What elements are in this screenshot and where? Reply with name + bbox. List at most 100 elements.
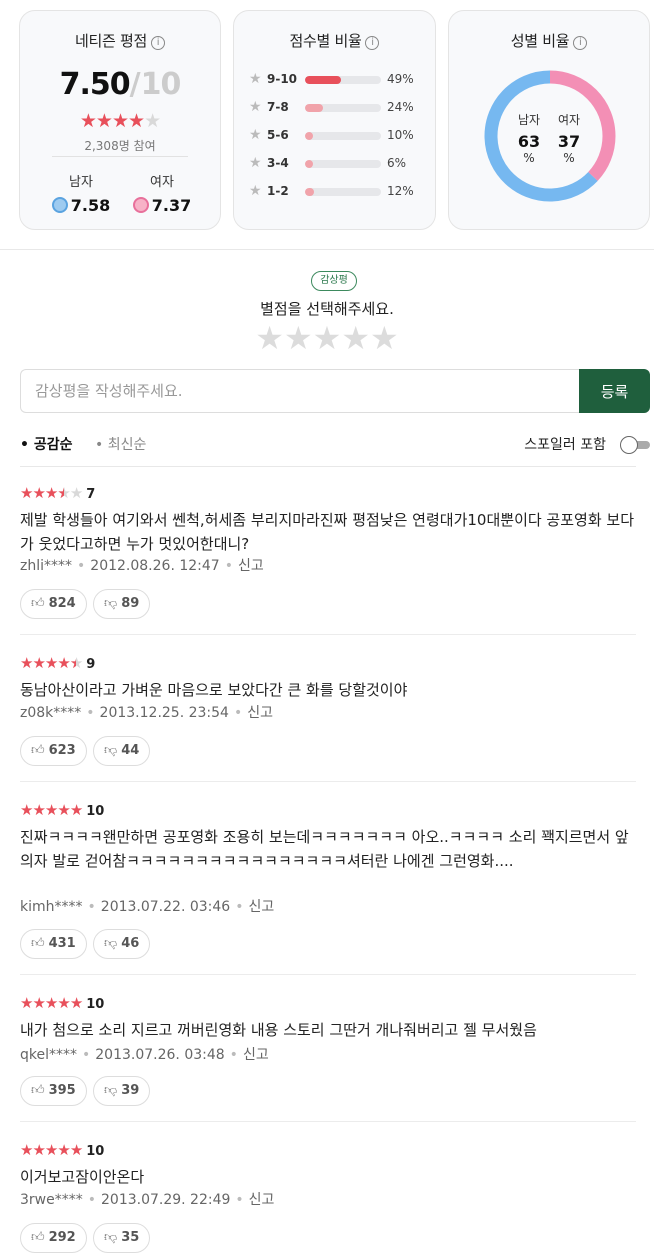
info-icon[interactable]: i: [365, 36, 380, 50]
female-face-icon: [132, 197, 149, 213]
review-stars: ★★★★★ 10: [20, 801, 104, 819]
distribution-bar-fill: [305, 160, 313, 168]
star-icon: ★: [249, 127, 262, 143]
like-button[interactable]: 👍︎ 431: [20, 929, 87, 959]
dislike-button[interactable]: 👎︎ 35: [93, 1223, 151, 1253]
distribution-percent: 10%: [387, 128, 414, 142]
distribution-row: ★ 9-10 49%: [249, 71, 424, 88]
star-icon: ★: [32, 994, 45, 1012]
report-link[interactable]: 신고: [248, 899, 274, 915]
distribution-title: 점수별 비율 i: [234, 30, 435, 51]
male-ratio-value: 63: [517, 132, 541, 151]
dislike-button[interactable]: 👎︎ 46: [93, 929, 151, 959]
like-count: 395: [48, 1083, 76, 1098]
like-count: 431: [48, 936, 76, 951]
dislike-button[interactable]: 👎︎ 39: [93, 1076, 151, 1106]
dislike-count: 35: [121, 1230, 140, 1245]
distribution-percent: 24%: [387, 100, 414, 114]
comment-input[interactable]: 감상평을 작성해주세요.: [20, 369, 579, 413]
distribution-row: ★ 7-8 24%: [249, 99, 424, 116]
distribution-bar: [305, 76, 381, 84]
score-value: 7.50: [59, 67, 131, 102]
half-star-icon: ★★: [69, 654, 83, 672]
star-icon: ★: [44, 654, 58, 672]
star-icon: ★: [144, 110, 161, 132]
rate-star-2[interactable]: ★: [284, 319, 313, 357]
star-icon: ★: [32, 484, 45, 502]
review-stars: ★★★★★★7: [20, 484, 95, 502]
thumbs-up-icon: 👍︎: [31, 936, 45, 951]
separator-dot: •: [233, 705, 243, 721]
review-score: 10: [86, 997, 105, 1012]
male-face-icon: [51, 197, 68, 213]
star-icon: ★: [69, 994, 83, 1012]
review-stars: ★★★★★ 10: [20, 1141, 104, 1159]
info-icon[interactable]: i: [573, 36, 588, 50]
star-icon: ★: [69, 1141, 83, 1159]
participant-count: 2,308명 참여: [84, 139, 156, 153]
rate-star-1[interactable]: ★: [255, 319, 284, 357]
review-stars: ★★★★★ 10: [20, 994, 104, 1012]
info-icon[interactable]: i: [150, 36, 165, 50]
review-meta: kimh**** • 2013.07.22. 03:46 • 신고: [20, 896, 274, 916]
distribution-range: 7-8: [267, 100, 289, 114]
report-link[interactable]: 신고: [238, 558, 264, 574]
separator-dot: •: [224, 558, 233, 574]
distribution-range: 9-10: [267, 72, 298, 86]
female-score: 7.37: [151, 196, 192, 215]
separator-dot: •: [82, 1047, 91, 1063]
sort-by-latest[interactable]: • 최신순: [95, 434, 146, 454]
like-count: 824: [48, 596, 76, 611]
star-icon: ★: [57, 994, 70, 1012]
female-ratio: 여자 37 %: [549, 111, 589, 165]
divider: [20, 974, 636, 975]
like-button[interactable]: 👍︎ 395: [20, 1076, 87, 1106]
report-link[interactable]: 신고: [243, 1047, 269, 1063]
like-button[interactable]: 👍︎ 292: [20, 1223, 87, 1253]
distribution-bar: [305, 188, 381, 196]
thumbs-up-icon: 👍︎: [31, 1230, 45, 1245]
thumbs-down-icon: 👎︎: [104, 596, 118, 611]
distribution-bar: [305, 160, 381, 168]
star-icon: ★: [20, 994, 33, 1012]
rating-prompt: 별점을 선택해주세요.: [260, 300, 394, 318]
distribution-bar: [305, 132, 381, 140]
like-button[interactable]: 👍︎ 623: [20, 736, 87, 766]
distribution-row: ★ 1-2 12%: [249, 183, 424, 200]
sort-by-likes[interactable]: • 공감순: [20, 434, 72, 454]
star-icon: ★: [57, 1141, 70, 1159]
review-meta: 3rwe**** • 2013.07.29. 22:49 • 신고: [20, 1189, 274, 1209]
review-score: 10: [86, 1144, 105, 1159]
thumbs-up-icon: 👍︎: [31, 1083, 45, 1098]
report-link[interactable]: 신고: [247, 705, 273, 721]
half-star-icon: ★★: [57, 484, 70, 502]
star-icon: ★: [20, 484, 33, 502]
submit-button[interactable]: 등록: [579, 369, 650, 413]
rate-star-4[interactable]: ★: [341, 319, 370, 357]
star-rating-selector[interactable]: ★★★★★: [0, 319, 654, 357]
star-icon: ★: [44, 484, 58, 502]
star-icon: ★: [249, 183, 262, 199]
review-date: 2013.07.26. 03:48: [95, 1047, 225, 1063]
divider: [52, 156, 188, 157]
distribution-row: ★ 3-4 6%: [249, 155, 424, 172]
distribution-title-text: 점수별 비율: [289, 32, 362, 50]
spoiler-toggle[interactable]: [620, 436, 650, 454]
review-date: 2013.07.22. 03:46: [100, 899, 231, 915]
male-label: 남자: [69, 175, 93, 190]
dislike-button[interactable]: 👎︎ 44: [93, 736, 151, 766]
dislike-count: 44: [121, 743, 140, 758]
report-link[interactable]: 신고: [249, 1192, 275, 1208]
distribution-percent: 49%: [387, 72, 414, 86]
distribution-bar-fill: [305, 104, 323, 112]
like-button[interactable]: 👍︎ 824: [20, 589, 87, 619]
rate-star-5[interactable]: ★: [370, 319, 399, 357]
review-meta: zhli**** • 2012.08.26. 12:47 • 신고: [20, 555, 264, 575]
divider: [20, 1121, 636, 1122]
review-text: 진짜ㅋㅋㅋㅋ왠만하면 공포영화 조용히 보는데ㅋㅋㅋㅋㅋㅋㅋ 아오..ㅋㅋㅋㅋ …: [20, 828, 629, 870]
star-icon: ★: [249, 99, 262, 115]
star-icon: ★: [111, 110, 129, 132]
dislike-button[interactable]: 👎︎ 89: [93, 589, 151, 619]
review-stars: ★★★★★★9: [20, 654, 95, 672]
rate-star-3[interactable]: ★: [313, 319, 342, 357]
